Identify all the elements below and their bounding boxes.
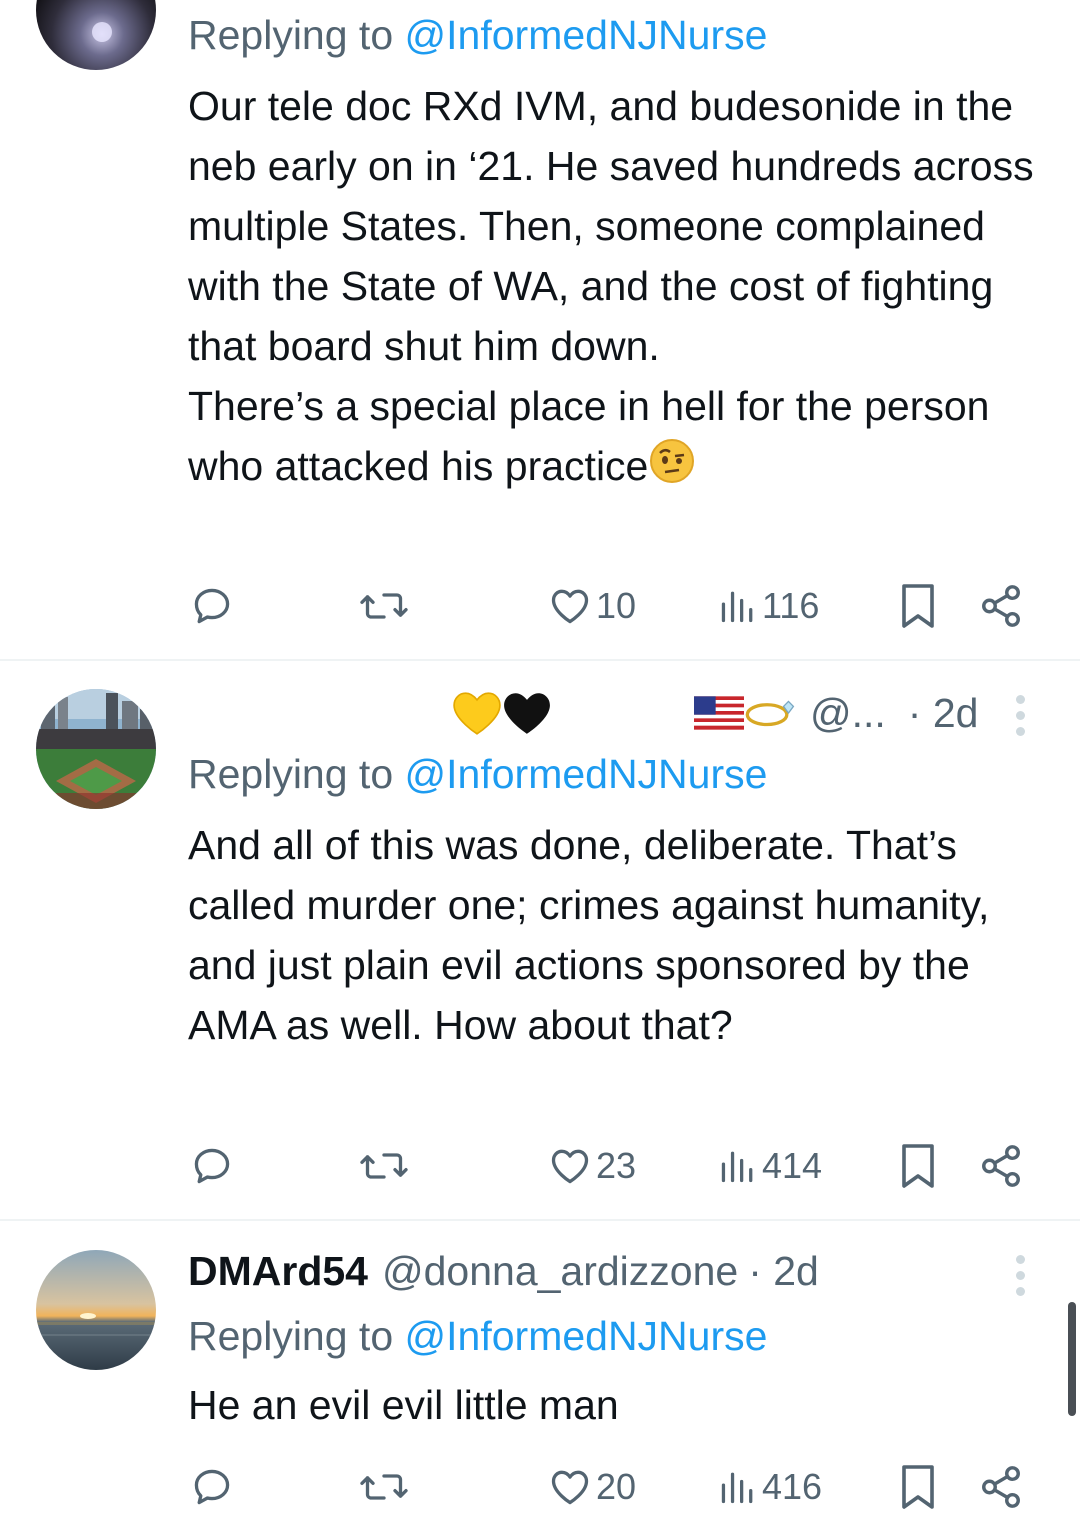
replying-to-label: Replying to (188, 751, 394, 797)
reply-icon (194, 1148, 230, 1184)
tweet-paragraph: Our tele doc RXd IVM, and budesonide in … (188, 83, 1034, 369)
like-icon (551, 589, 589, 624)
like-button[interactable]: 23 (548, 1136, 636, 1196)
replying-to-label: Replying to (188, 1313, 394, 1359)
yellow-heart-emoji (453, 692, 501, 735)
bookmark-icon (902, 1144, 934, 1188)
timestamp[interactable]: · 2d (908, 690, 979, 737)
retweet-icon (360, 593, 408, 619)
retweet-button[interactable] (360, 1457, 408, 1517)
tweet-paragraph: And all of this was done, deliberate. Th… (188, 822, 990, 1048)
share-icon (982, 585, 1020, 627)
replying-to-line: Replying to @InformedNJNurse (188, 12, 767, 59)
tweet-text: Our tele doc RXd IVM, and budesonide in … (188, 76, 1048, 501)
tweet-actions: 23 414 (0, 1136, 1080, 1196)
more-options-button[interactable] (1008, 1255, 1032, 1299)
more-options-button[interactable] (1008, 695, 1032, 739)
tweet-paragraph: There’s a special place in hell for the … (188, 376, 1048, 501)
share-icon (982, 1145, 1020, 1187)
reply-to-handle-link[interactable]: @InformedNJNurse (405, 751, 768, 797)
share-button[interactable] (978, 1136, 1024, 1196)
view-count: 116 (762, 585, 820, 626)
handle[interactable]: @donna_ardizzone (382, 1248, 738, 1295)
black-heart-emoji (504, 693, 550, 734)
tweet-actions: 10 116 (0, 576, 1080, 636)
raised-eyebrow-emoji (648, 437, 696, 501)
scrollbar[interactable] (1068, 1302, 1076, 1416)
like-count: 23 (596, 1145, 637, 1186)
retweet-icon (360, 1474, 408, 1500)
views-button[interactable]: 416 (718, 1457, 822, 1517)
like-count: 10 (596, 585, 637, 626)
views-button[interactable]: 116 (718, 576, 819, 636)
reply-button[interactable] (190, 576, 234, 636)
tweet-text: He an evil evil little man (188, 1375, 1048, 1435)
tweet-paragraph: He an evil evil little man (188, 1382, 619, 1428)
avatar-3[interactable] (36, 1250, 156, 1370)
reply-icon (194, 1469, 230, 1505)
us-flag-emoji (694, 696, 744, 730)
replying-to-line: Replying to @InformedNJNurse (188, 751, 767, 798)
views-icon (721, 591, 753, 623)
bookmark-button[interactable] (898, 576, 938, 636)
handle[interactable]: @... (810, 690, 886, 737)
reply-icon (194, 588, 230, 624)
tweet-header: @... · 2d (188, 685, 978, 741)
tweet-header: DMArd54 @donna_ardizzone · 2d (188, 1243, 819, 1299)
reply-to-handle-link[interactable]: @InformedNJNurse (405, 12, 768, 58)
retweet-button[interactable] (360, 1136, 408, 1196)
bookmark-icon (902, 1465, 934, 1509)
reply-to-handle-link[interactable]: @InformedNJNurse (405, 1313, 768, 1359)
like-icon (551, 1470, 589, 1505)
display-name[interactable]: DMArd54 (188, 1248, 368, 1295)
bookmark-button[interactable] (898, 1457, 938, 1517)
tweet-2[interactable]: @... · 2d Replying to @InformedNJNurse A… (0, 661, 1080, 1219)
share-button[interactable] (978, 1457, 1024, 1517)
replying-to-label: Replying to (188, 12, 394, 58)
tweet-actions: 20 416 (0, 1457, 1080, 1517)
retweet-button[interactable] (360, 576, 408, 636)
tweet-1[interactable]: Replying to @InformedNJNurse Our tele do… (0, 0, 1080, 660)
avatar-2[interactable] (36, 689, 156, 809)
display-name[interactable] (438, 690, 552, 736)
views-icon (721, 1472, 753, 1504)
ring-emoji (745, 700, 795, 727)
timestamp[interactable]: · 2d (748, 1248, 819, 1295)
like-button[interactable]: 20 (548, 1457, 636, 1517)
replying-to-line: Replying to @InformedNJNurse (188, 1313, 767, 1360)
tweet-text: And all of this was done, deliberate. Th… (188, 815, 1048, 1055)
bookmark-button[interactable] (898, 1136, 938, 1196)
like-button[interactable]: 10 (548, 576, 636, 636)
view-count: 414 (762, 1145, 823, 1186)
views-icon (721, 1151, 753, 1183)
avatar-1[interactable] (36, 0, 156, 70)
view-count: 416 (762, 1466, 823, 1507)
reply-button[interactable] (190, 1136, 234, 1196)
like-count: 20 (596, 1466, 637, 1507)
tweet-3[interactable]: DMArd54 @donna_ardizzone · 2d Replying t… (0, 1221, 1080, 1534)
views-button[interactable]: 414 (718, 1136, 822, 1196)
bookmark-icon (902, 584, 934, 628)
retweet-icon (360, 1153, 408, 1179)
reply-button[interactable] (190, 1457, 234, 1517)
share-icon (982, 1466, 1020, 1508)
like-icon (551, 1149, 589, 1184)
share-button[interactable] (978, 576, 1024, 636)
